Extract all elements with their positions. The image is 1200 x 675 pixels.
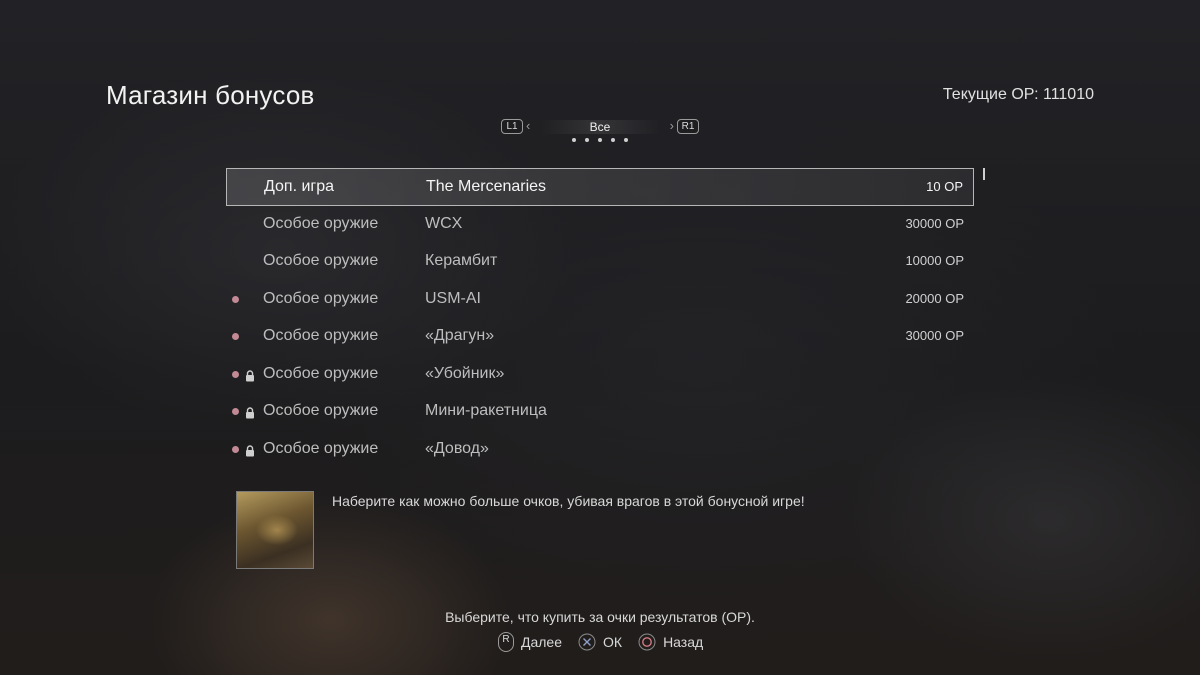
- cross-button-icon: [578, 633, 596, 651]
- page-dot: [624, 138, 628, 142]
- item-name: «Драгун»: [425, 327, 495, 344]
- list-item[interactable]: Особое оружие «Драгун» 30000 ОР: [226, 318, 974, 356]
- item-price: 10000 ОР: [905, 253, 964, 268]
- list-item[interactable]: Особое оружие WCX 30000 ОР: [226, 206, 974, 244]
- item-category: Особое оружие: [263, 214, 379, 232]
- new-indicator-icon: [232, 408, 239, 415]
- item-name: Мини-ракетница: [425, 402, 547, 419]
- item-name: «Довод»: [425, 439, 489, 457]
- lock-icon: [245, 369, 255, 381]
- tab-current[interactable]: Все: [540, 120, 660, 134]
- right-stick-icon: R: [498, 632, 514, 652]
- footer-hint: Выберите, что купить за очки результатов…: [445, 609, 755, 625]
- item-name: The Mercenaries: [426, 178, 547, 195]
- r1-button-icon[interactable]: R1: [677, 119, 699, 134]
- new-indicator-icon: [232, 445, 239, 453]
- item-category: Особое оружие: [263, 402, 379, 419]
- circle-button-icon: [638, 633, 656, 651]
- new-indicator-icon: [232, 370, 239, 378]
- bonus-item-list: Доп. игра The Mercenaries 10 ОР Особое оруж…: [226, 168, 974, 468]
- control-label: Далее: [521, 634, 563, 650]
- item-name: WCX: [425, 214, 463, 232]
- list-item[interactable]: Доп. игра The Mercenaries 10 ОР: [226, 168, 974, 206]
- control-prompt[interactable]: Назад: [638, 633, 703, 651]
- page-dot: [611, 138, 615, 142]
- chevron-left-icon: ‹: [526, 118, 531, 133]
- list-item[interactable]: Особое оружие Мини-ракетница: [226, 393, 974, 431]
- control-label: ОК: [603, 634, 623, 650]
- item-category: Особое оружие: [263, 327, 379, 344]
- lock-icon: [245, 444, 255, 456]
- item-category: Особое оружие: [263, 439, 379, 457]
- item-name: Керамбит: [425, 252, 498, 269]
- item-price: 20000 ОР: [905, 290, 964, 306]
- tab-page-indicator: [572, 138, 628, 142]
- page-dot: [585, 138, 589, 142]
- lock-icon: [245, 406, 255, 419]
- item-name: USM-AI: [425, 289, 481, 307]
- new-indicator-icon: [232, 333, 239, 340]
- item-name: «Убойник»: [425, 364, 505, 382]
- list-item[interactable]: Особое оружие «Довод»: [226, 431, 974, 469]
- item-description: Наберите как можно больше очков, убивая …: [332, 493, 805, 509]
- list-item[interactable]: Особое оружие «Убойник»: [226, 356, 974, 394]
- control-prompts: R Далее ОК Назад: [498, 632, 713, 652]
- category-tab-bar[interactable]: L1 ‹ Все › R1: [500, 118, 700, 152]
- current-points: Текущие ОР: 111010: [942, 86, 1094, 103]
- item-price: 10 ОР: [926, 179, 963, 194]
- page-title: Магазин бонусов: [106, 80, 315, 110]
- control-label: Назад: [663, 634, 704, 650]
- item-price: 30000 ОР: [905, 328, 964, 343]
- new-indicator-icon: [232, 295, 239, 303]
- item-category: Особое оружие: [263, 364, 379, 382]
- control-prompt[interactable]: R Далее: [498, 632, 562, 652]
- item-price: 30000 ОР: [905, 215, 964, 231]
- control-prompt[interactable]: ОК: [578, 633, 622, 651]
- scrollbar-thumb[interactable]: [983, 168, 985, 180]
- item-preview-image: [236, 491, 314, 569]
- item-category: Особое оружие: [263, 289, 379, 307]
- list-scrollbar[interactable]: [983, 168, 985, 460]
- list-item[interactable]: Особое оружие USM-AI 20000 ОР: [226, 281, 974, 319]
- item-category: Доп. игра: [264, 178, 335, 195]
- list-item[interactable]: Особое оружие Керамбит 10000 ОР: [226, 243, 974, 281]
- item-category: Особое оружие: [263, 252, 379, 269]
- l1-button-icon[interactable]: L1: [501, 119, 523, 134]
- chevron-right-icon: ›: [669, 118, 674, 133]
- page-dot: [572, 138, 576, 142]
- page-dot: [598, 138, 602, 142]
